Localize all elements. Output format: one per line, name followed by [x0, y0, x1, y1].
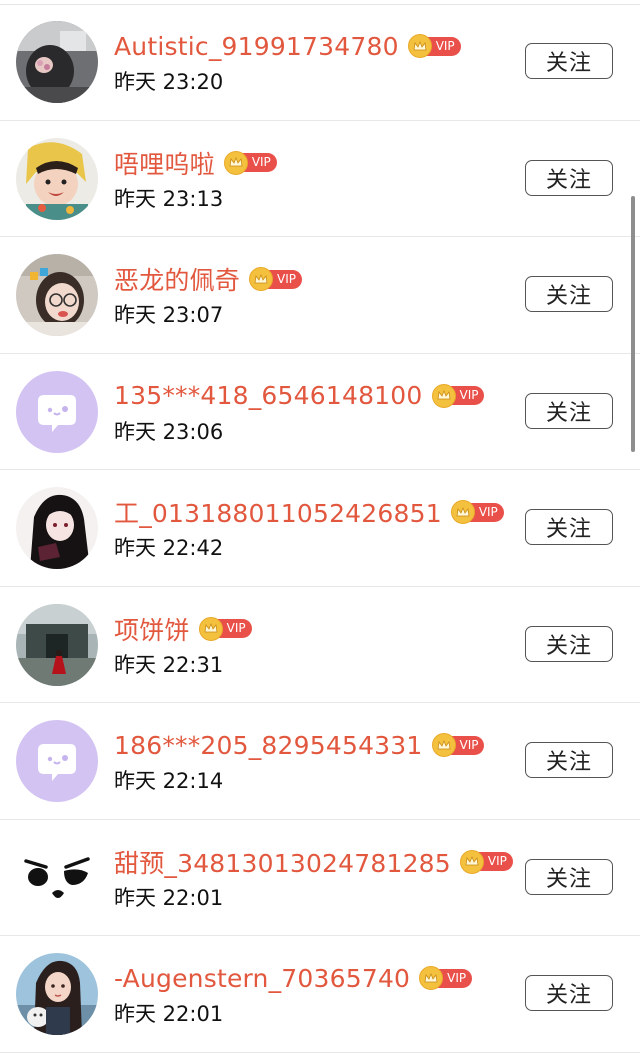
list-item[interactable]: 恶龙的佩奇 VIP 昨天 23:07 关注 — [0, 237, 640, 354]
username[interactable]: 恶龙的佩奇 — [114, 261, 240, 297]
follow-button[interactable]: 关注 — [525, 159, 613, 196]
follow-time: 昨天 23:13 — [114, 186, 224, 211]
username[interactable]: 唔哩呜啦 — [114, 145, 215, 181]
follow-time: 昨天 22:14 — [114, 769, 224, 793]
vip-badge: VIP — [431, 383, 485, 408]
username[interactable]: -Augenstern_70365740 — [114, 964, 410, 993]
username[interactable]: 项饼饼 — [114, 611, 190, 647]
crown-icon — [431, 383, 456, 408]
crown-icon — [419, 966, 444, 990]
avatar[interactable] — [16, 21, 98, 103]
follow-time: 昨天 22:42 — [114, 536, 224, 560]
follow-button[interactable]: 关注 — [525, 392, 613, 429]
avatar[interactable] — [16, 603, 98, 686]
crown-icon — [431, 733, 456, 757]
crown-icon — [450, 500, 475, 524]
vip-badge: VIP — [198, 616, 252, 641]
username[interactable]: 135***418_6546148100 — [114, 381, 423, 410]
crown-icon — [407, 34, 432, 58]
follow-time: 昨天 22:01 — [114, 1002, 224, 1026]
username[interactable]: Autistic_91991734780 — [114, 32, 399, 61]
follow-button[interactable]: 关注 — [525, 858, 613, 895]
follower-list: Autistic_91991734780 VIP 昨天 23:20 关注 唔哩呜… — [0, 4, 640, 1053]
crown-icon — [198, 616, 223, 641]
vip-badge: VIP — [431, 733, 485, 757]
follow-button[interactable]: 关注 — [525, 509, 613, 545]
follow-time: 昨天 23:06 — [114, 419, 224, 444]
username[interactable]: 工_013188011052426851 — [114, 494, 442, 530]
list-item[interactable]: 唔哩呜啦 VIP 昨天 23:13 关注 — [0, 121, 640, 237]
list-item[interactable]: 135***418_6546148100 VIP 昨天 23:06 关注 — [0, 354, 640, 470]
avatar[interactable] — [16, 953, 98, 1035]
vip-badge: VIP — [450, 500, 504, 524]
follow-button[interactable]: 关注 — [525, 742, 613, 778]
avatar[interactable] — [16, 720, 98, 802]
avatar[interactable] — [16, 836, 98, 919]
vip-badge: VIP — [223, 150, 277, 175]
crown-icon — [249, 267, 274, 291]
vip-badge: VIP — [419, 966, 473, 990]
follow-time: 昨天 22:31 — [114, 652, 224, 677]
list-item[interactable]: 项饼饼 VIP 昨天 22:31 关注 — [0, 587, 640, 703]
follow-time: 昨天 22:01 — [114, 885, 224, 910]
list-item[interactable]: Autistic_91991734780 VIP 昨天 23:20 关注 — [0, 4, 640, 121]
list-item[interactable]: 工_013188011052426851 VIP 昨天 22:42 关注 — [0, 470, 640, 587]
list-item[interactable]: -Augenstern_70365740 VIP 昨天 22:01 关注 — [0, 936, 640, 1053]
scrollbar[interactable] — [631, 196, 635, 452]
avatar[interactable] — [16, 487, 98, 569]
crown-icon — [459, 849, 484, 874]
vip-badge: VIP — [407, 34, 461, 58]
follow-button[interactable]: 关注 — [525, 276, 613, 312]
username[interactable]: 甜预_34813013024781285 — [114, 844, 451, 880]
vip-badge: VIP — [249, 267, 302, 291]
follow-button[interactable]: 关注 — [525, 975, 613, 1011]
vip-badge: VIP — [459, 849, 513, 874]
follow-time: 昨天 23:20 — [114, 70, 224, 94]
follow-time: 昨天 23:07 — [114, 303, 224, 327]
avatar[interactable] — [16, 370, 98, 453]
crown-icon — [223, 150, 248, 175]
username[interactable]: 186***205_8295454331 — [114, 731, 423, 760]
follow-button[interactable]: 关注 — [525, 43, 613, 79]
list-item[interactable]: 186***205_8295454331 VIP 昨天 22:14 关注 — [0, 703, 640, 820]
avatar[interactable] — [16, 254, 98, 336]
avatar[interactable] — [16, 137, 98, 220]
follow-button[interactable]: 关注 — [525, 625, 613, 662]
list-item[interactable]: 甜预_34813013024781285 VIP 昨天 22:01 关注 — [0, 820, 640, 936]
